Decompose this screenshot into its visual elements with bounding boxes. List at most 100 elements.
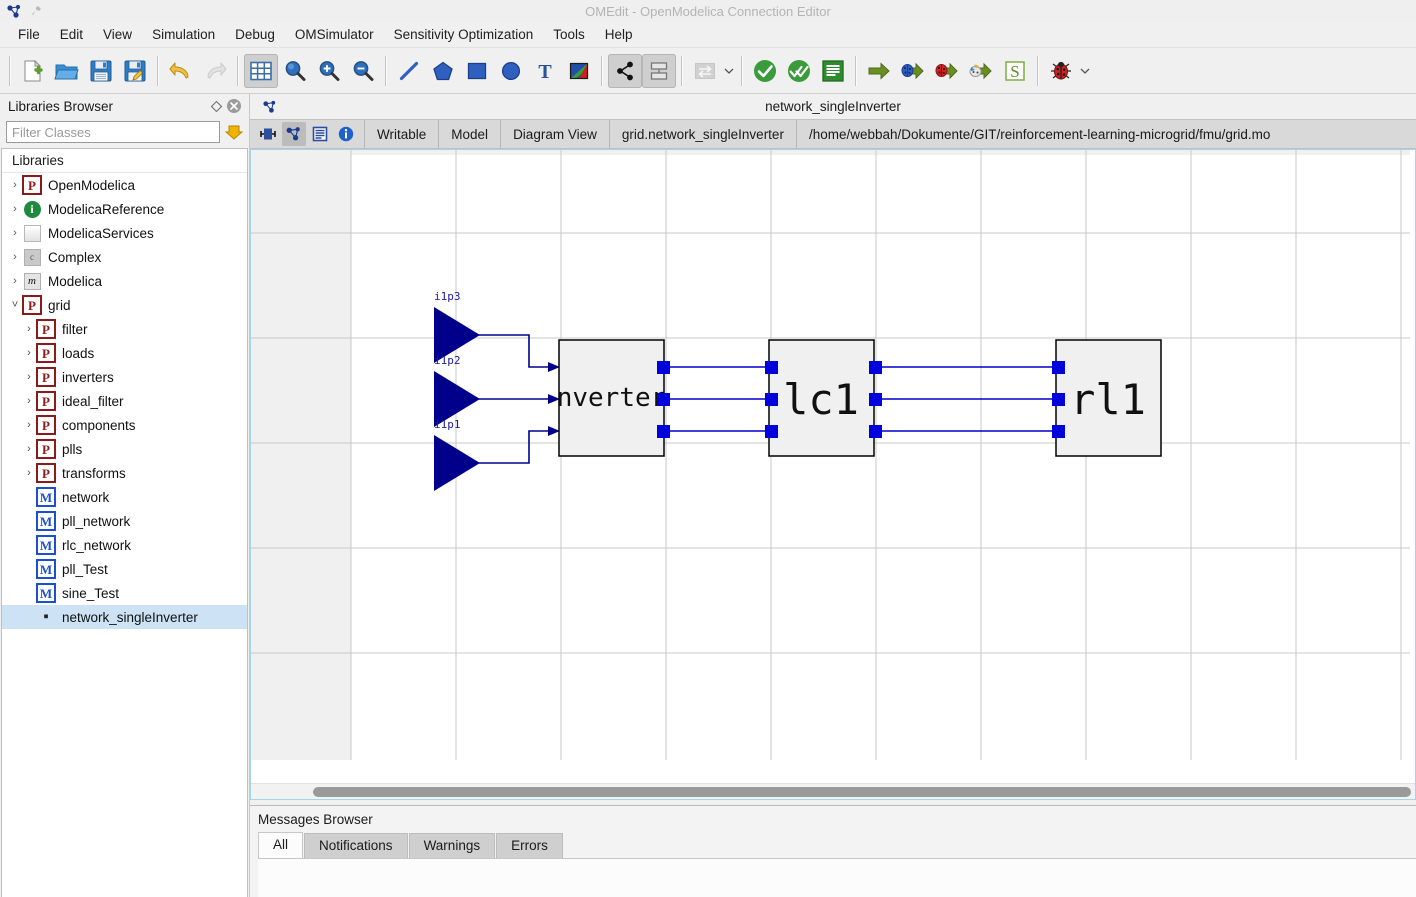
package-icon: P <box>36 439 56 459</box>
tab-warnings[interactable]: Warnings <box>408 833 496 858</box>
menu-file[interactable]: File <box>8 24 50 45</box>
redo-button[interactable] <box>198 54 232 88</box>
save-button[interactable] <box>84 54 118 88</box>
tree-item-loads[interactable]: › P loads <box>2 341 247 365</box>
check-model-button[interactable] <box>748 54 782 88</box>
draw-polygon-button[interactable] <box>426 54 460 88</box>
zoom-fit-button[interactable] <box>278 54 312 88</box>
menu-view[interactable]: View <box>93 24 142 45</box>
component-rl1-label: rl1 <box>1070 375 1146 424</box>
chevron-right-icon[interactable]: › <box>22 319 36 339</box>
horizontal-scrollbar-thumb[interactable] <box>313 787 1411 797</box>
menu-omsimulator[interactable]: OMSimulator <box>285 24 384 45</box>
tab-notifications[interactable]: Notifications <box>304 833 408 858</box>
tree-item-network-singleinverter[interactable]: ▪ network_singleInverter <box>2 605 247 629</box>
zoom-in-button[interactable] <box>312 54 346 88</box>
simulation-setup-button[interactable]: S <box>998 54 1032 88</box>
float-window-icon[interactable] <box>207 97 225 115</box>
tree-item-plls[interactable]: › P plls <box>2 437 247 461</box>
check-all-models-button[interactable] <box>782 54 816 88</box>
tab-errors[interactable]: Errors <box>496 833 563 858</box>
draw-rectangle-button[interactable] <box>460 54 494 88</box>
instantiate-model-button[interactable] <box>816 54 850 88</box>
tree-item-modelica[interactable]: › m Modelica <box>2 269 247 293</box>
menu-debug[interactable]: Debug <box>225 24 285 45</box>
debug-configurations-button[interactable] <box>1044 54 1078 88</box>
open-file-button[interactable] <box>50 54 84 88</box>
chevron-right-icon[interactable]: › <box>22 463 36 483</box>
tree-item-components[interactable]: › P components <box>2 413 247 437</box>
component-rl1[interactable]: rl1 <box>1055 339 1162 457</box>
tree-item-modelicareference[interactable]: › i ModelicaReference <box>2 197 247 221</box>
chevron-right-icon[interactable]: › <box>8 247 22 267</box>
yellow-down-arrow-icon[interactable] <box>225 123 243 141</box>
messages-browser-list[interactable] <box>258 858 1416 897</box>
menu-edit[interactable]: Edit <box>50 24 93 45</box>
diagram-contents[interactable]: i1p3 i1p2 i1p1 inverter1 lc1 rl1 <box>251 150 1410 760</box>
chevron-right-icon[interactable]: › <box>8 271 22 291</box>
simulate-with-animation-button[interactable] <box>964 54 998 88</box>
menu-help[interactable]: Help <box>595 24 643 45</box>
chevron-right-icon[interactable]: › <box>8 175 22 195</box>
filter-classes-input[interactable] <box>6 121 220 143</box>
diagram-canvas-container[interactable]: i1p3 i1p2 i1p1 inverter1 lc1 rl1 <box>250 149 1416 800</box>
tree-item-pll-test[interactable]: M pll_Test <box>2 557 247 581</box>
menu-simulation[interactable]: Simulation <box>142 24 225 45</box>
chevron-right-icon[interactable]: › <box>8 223 22 243</box>
reference-icon: i <box>22 199 42 219</box>
menu-tools[interactable]: Tools <box>543 24 595 45</box>
tree-item-inverters[interactable]: › P inverters <box>2 365 247 389</box>
re-simulate-button[interactable] <box>688 54 722 88</box>
libraries-filter-row <box>0 118 249 148</box>
tree-item-ideal-filter[interactable]: › P ideal_filter <box>2 389 247 413</box>
horizontal-scrollbar[interactable] <box>251 783 1415 799</box>
tree-item-sine-test[interactable]: M sine_Test <box>2 581 247 605</box>
tree-item-rlc-network[interactable]: M rlc_network <box>2 533 247 557</box>
tree-item-grid[interactable]: ˅ P grid <box>2 293 247 317</box>
tree-item-complex[interactable]: › c Complex <box>2 245 247 269</box>
tree-item-pll-network[interactable]: M pll_network <box>2 509 247 533</box>
diagram-view-button[interactable] <box>282 122 306 146</box>
draw-bitmap-button[interactable] <box>562 54 596 88</box>
tree-item-network[interactable]: M network <box>2 485 247 509</box>
text-view-button[interactable] <box>308 122 332 146</box>
tree-item-transforms[interactable]: › P transforms <box>2 461 247 485</box>
tree-item-label: ModelicaReference <box>48 201 165 217</box>
transition-mode-button[interactable] <box>642 53 676 88</box>
show-hide-component-button[interactable] <box>256 122 280 146</box>
chevron-right-icon[interactable]: › <box>22 415 36 435</box>
toggle-grid-button[interactable] <box>244 53 278 88</box>
tree-item-modelicaservices[interactable]: › ModelicaServices <box>2 221 247 245</box>
restriction-type: Model <box>438 120 500 148</box>
info-icon[interactable] <box>334 122 358 146</box>
chevron-right-icon[interactable]: › <box>22 343 36 363</box>
undo-button[interactable] <box>164 54 198 88</box>
tree-item-filter[interactable]: › P filter <box>2 317 247 341</box>
zoom-out-button[interactable] <box>346 54 380 88</box>
simulate-with-algorithmic-debugger-button[interactable] <box>930 54 964 88</box>
chevron-right-icon[interactable]: › <box>8 199 22 219</box>
draw-ellipse-button[interactable] <box>494 54 528 88</box>
save-as-button[interactable] <box>118 54 152 88</box>
tab-all[interactable]: All <box>258 832 304 858</box>
simulate-button[interactable] <box>862 54 896 88</box>
re-simulate-dropdown[interactable] <box>722 54 736 88</box>
diagram-canvas[interactable]: i1p3 i1p2 i1p1 inverter1 lc1 rl1 <box>251 150 1415 783</box>
chevron-right-icon[interactable]: › <box>22 391 36 411</box>
tree-item-label: Complex <box>48 249 102 265</box>
new-file-button[interactable] <box>16 54 50 88</box>
libraries-tree[interactable]: Libraries › P OpenModelica › i ModelicaR… <box>1 148 248 897</box>
input-port-i1p3-label: i1p3 <box>434 290 461 303</box>
chevron-right-icon[interactable]: › <box>22 439 36 459</box>
draw-text-button[interactable]: T <box>528 54 562 88</box>
simulate-with-transformational-debugger-button[interactable] <box>896 54 930 88</box>
chevron-right-icon[interactable]: › <box>22 367 36 387</box>
tree-item-openmodelica[interactable]: › P OpenModelica <box>2 173 247 197</box>
chevron-down-icon[interactable]: ˅ <box>8 295 22 315</box>
debug-configurations-dropdown[interactable] <box>1078 54 1092 88</box>
menu-sensitivity-optimization[interactable]: Sensitivity Optimization <box>384 24 544 45</box>
component-lc1[interactable]: lc1 <box>768 339 875 457</box>
draw-line-button[interactable] <box>392 54 426 88</box>
connect-mode-button[interactable] <box>608 53 642 88</box>
close-icon[interactable] <box>225 97 243 115</box>
